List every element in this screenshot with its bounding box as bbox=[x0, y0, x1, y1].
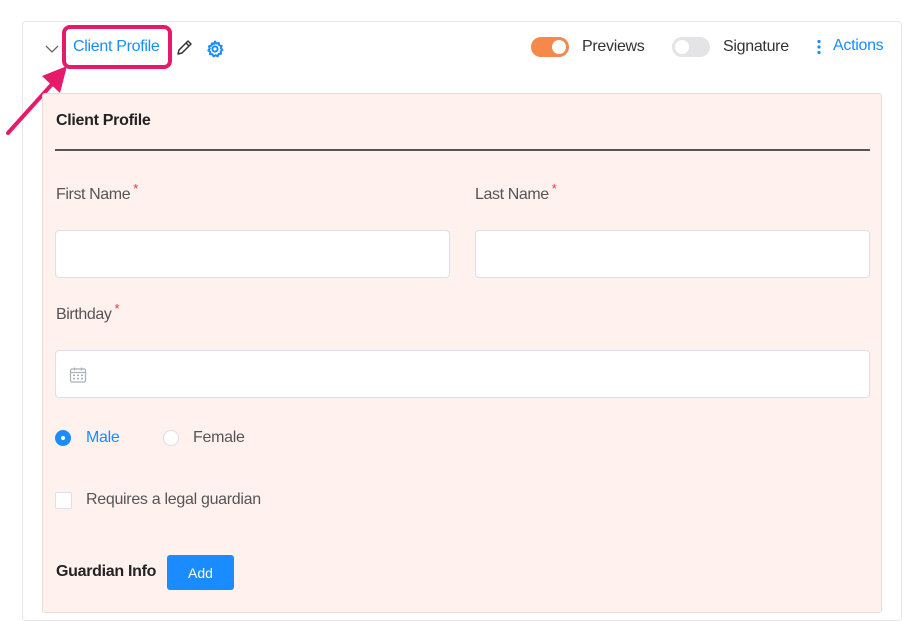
signature-toggle[interactable] bbox=[672, 37, 710, 57]
birthday-label: Birthday * bbox=[56, 301, 120, 324]
calendar-icon bbox=[69, 367, 87, 383]
more-vertical-icon bbox=[817, 39, 821, 55]
gender-radio-female[interactable] bbox=[163, 430, 179, 446]
section-divider bbox=[55, 149, 870, 151]
previews-label: Previews bbox=[582, 38, 645, 55]
birthday-input[interactable] bbox=[55, 350, 870, 398]
birthday-label-text: Birthday bbox=[56, 306, 112, 323]
add-guardian-button[interactable]: Add bbox=[167, 555, 234, 590]
last-name-label-text: Last Name bbox=[475, 186, 549, 203]
toggle-knob bbox=[552, 40, 566, 54]
gender-label-female[interactable]: Female bbox=[193, 429, 245, 447]
first-name-label-text: First Name bbox=[56, 186, 131, 203]
gender-radio-male[interactable] bbox=[55, 430, 71, 446]
legal-guardian-checkbox[interactable] bbox=[55, 492, 72, 509]
legal-guardian-label[interactable]: Requires a legal guardian bbox=[86, 491, 261, 509]
signature-label: Signature bbox=[723, 38, 789, 55]
previews-toggle[interactable] bbox=[531, 37, 569, 57]
actions-label: Actions bbox=[833, 37, 884, 54]
first-name-input[interactable] bbox=[55, 230, 450, 278]
chevron-down-icon[interactable] bbox=[44, 42, 60, 56]
last-name-input[interactable] bbox=[475, 230, 870, 278]
pencil-icon[interactable] bbox=[174, 38, 194, 58]
last-name-label: Last Name * bbox=[475, 181, 557, 204]
guardian-info-label: Guardian Info bbox=[56, 563, 157, 580]
toggle-knob bbox=[675, 40, 689, 54]
required-mark: * bbox=[114, 301, 120, 316]
required-mark: * bbox=[551, 181, 557, 196]
section-title: Client Profile bbox=[56, 112, 151, 129]
first-name-label: First Name * bbox=[56, 181, 138, 204]
required-mark: * bbox=[133, 181, 138, 196]
gear-icon[interactable] bbox=[205, 39, 225, 59]
gender-label-male[interactable]: Male bbox=[86, 429, 120, 447]
